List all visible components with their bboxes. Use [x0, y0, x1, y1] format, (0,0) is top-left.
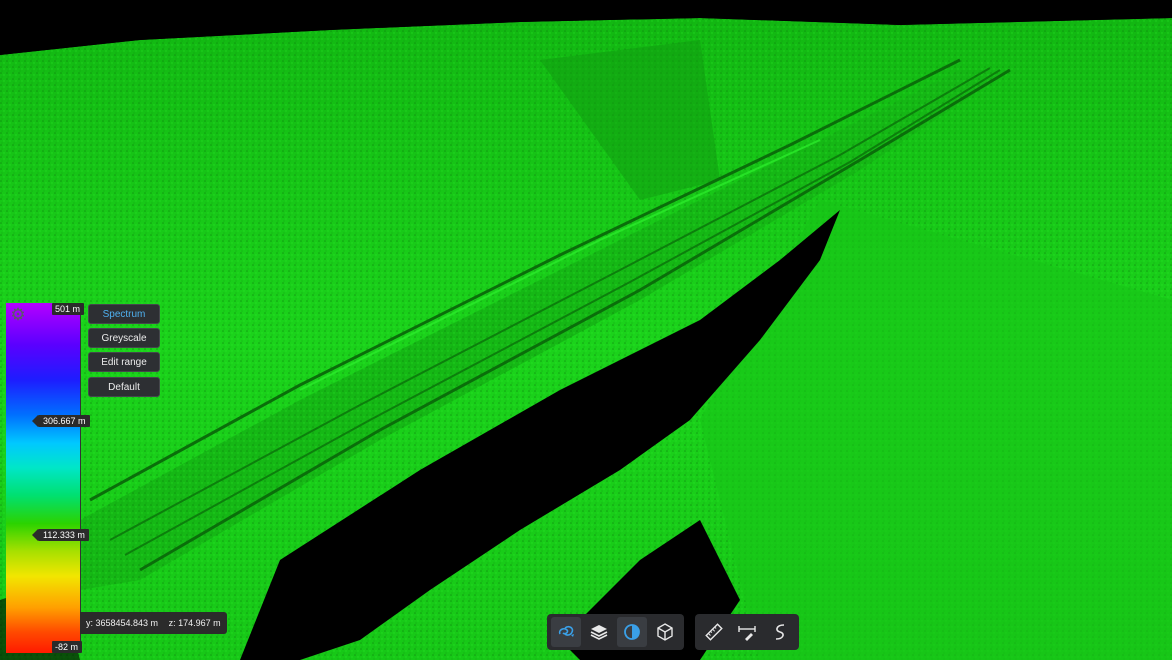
distance-measure-icon[interactable] [732, 617, 762, 647]
legend-mid-high-label: 306.667 m [38, 415, 90, 427]
elevation-color-legend [6, 303, 81, 653]
orbit-icon[interactable] [551, 617, 581, 647]
legend-mid-low-label: 112.333 m [38, 529, 89, 541]
color-mode-icon[interactable] [617, 617, 647, 647]
gear-icon[interactable]: ⚙ [9, 306, 27, 324]
legend-min-label: -82 m [52, 641, 82, 653]
layers-icon[interactable] [584, 617, 614, 647]
spectrum-button[interactable]: Spectrum [88, 304, 160, 324]
z-coordinate: z: 174.967 m [169, 618, 221, 628]
view-toolbar [547, 614, 684, 650]
point-cloud-viewport[interactable] [0, 0, 1172, 660]
y-coordinate: y: 3658454.843 m [86, 618, 158, 628]
default-button[interactable]: Default [88, 377, 160, 397]
measure-toolbar [695, 614, 799, 650]
ruler-icon[interactable] [699, 617, 729, 647]
path-icon[interactable] [765, 617, 795, 647]
cube-icon[interactable] [650, 617, 680, 647]
edit-range-button[interactable]: Edit range [88, 352, 160, 372]
greyscale-button[interactable]: Greyscale [88, 328, 160, 348]
legend-max-label: 501 m [52, 303, 84, 315]
coordinates-readout: y: 3658454.843 m z: 174.967 m [80, 612, 227, 634]
